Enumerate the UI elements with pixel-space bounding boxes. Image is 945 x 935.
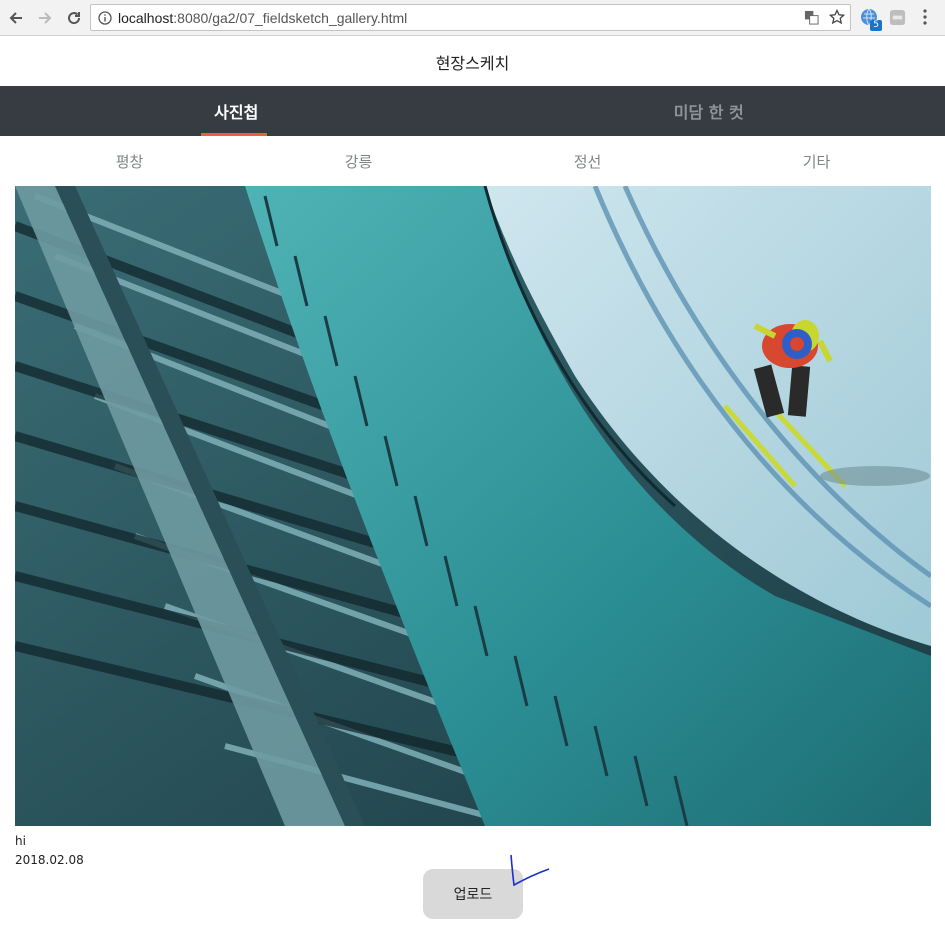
- region-tab-etc[interactable]: 기타: [702, 136, 931, 186]
- url-text: localhost:8080/ga2/07_fieldsketch_galler…: [118, 10, 407, 26]
- tab-good-story[interactable]: 미담 한 컷: [473, 86, 945, 136]
- back-button[interactable]: [3, 5, 29, 31]
- photo-caption: hi: [15, 834, 26, 848]
- main-tab-bar: 사진첩 미담 한 컷: [0, 86, 945, 136]
- page-title: 현장스케치: [435, 53, 510, 73]
- address-bar[interactable]: localhost:8080/ga2/07_fieldsketch_galler…: [90, 4, 851, 31]
- extension-globe-icon[interactable]: 5: [858, 6, 882, 31]
- extension-badge: 5: [870, 20, 882, 31]
- translate-icon[interactable]: [802, 8, 820, 26]
- reload-button[interactable]: [61, 5, 87, 31]
- region-tab-bar: 평창 강릉 정선 기타: [15, 136, 931, 186]
- arrow-left-icon: [9, 11, 22, 24]
- tab-photo-album[interactable]: 사진첩: [0, 86, 473, 136]
- star-icon[interactable]: [828, 8, 846, 26]
- reload-icon: [68, 11, 81, 24]
- tab-label: 미담 한 컷: [673, 103, 744, 122]
- ski-jump-photo: [15, 186, 931, 826]
- browser-toolbar: localhost:8080/ga2/07_fieldsketch_galler…: [0, 0, 945, 36]
- extension-gray-icon[interactable]: [886, 6, 908, 28]
- pen-scribble-annotation: [510, 854, 550, 887]
- tab-label: 사진첩: [214, 103, 259, 122]
- region-tab-pyeongchang[interactable]: 평창: [15, 136, 244, 186]
- url-path: :8080/ga2/07_fieldsketch_gallery.html: [173, 9, 408, 26]
- gallery-photo[interactable]: [15, 186, 931, 826]
- forward-button[interactable]: [32, 5, 58, 31]
- region-tab-jeongseon[interactable]: 정선: [473, 136, 702, 186]
- region-tab-gangneung[interactable]: 강릉: [244, 136, 473, 186]
- page-header: 현장스케치: [0, 37, 945, 86]
- photo-date: 2018.02.08: [15, 853, 84, 867]
- url-host: localhost: [118, 9, 174, 26]
- arrow-right-icon: [39, 11, 52, 24]
- info-icon[interactable]: [98, 10, 112, 25]
- menu-icon[interactable]: [914, 6, 936, 28]
